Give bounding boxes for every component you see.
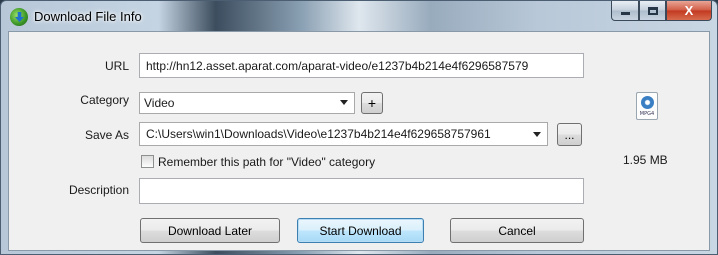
minimize-button[interactable]: [611, 1, 639, 21]
close-icon: X: [684, 3, 694, 18]
description-label: Description: [68, 183, 129, 197]
cancel-button[interactable]: Cancel: [450, 218, 584, 243]
download-later-label: Download Later: [167, 223, 253, 238]
media-disc-icon: [641, 96, 654, 109]
maximize-icon: [647, 6, 658, 15]
remember-path-label[interactable]: Remember this path for "Video" category: [158, 155, 375, 169]
close-button[interactable]: X: [666, 1, 712, 21]
window-title: Download File Info: [34, 9, 142, 24]
start-download-button[interactable]: Start Download: [297, 218, 424, 243]
category-selected-value: Video: [144, 96, 175, 110]
category-dropdown[interactable]: Video: [139, 92, 355, 114]
chevron-down-icon: [340, 100, 348, 105]
save-as-path-combo[interactable]: C:\Users\win1\Downloads\Video\e1237b4b21…: [139, 122, 548, 146]
browse-ellipsis: ...: [564, 127, 575, 142]
url-field[interactable]: http://hn12.asset.aparat.com/aparat-vide…: [139, 53, 584, 78]
download-later-button[interactable]: Download Later: [140, 218, 280, 243]
download-file-info-window: Download File Info X URL http://hn12.ass…: [0, 0, 718, 255]
url-value: http://hn12.asset.aparat.com/aparat-vide…: [146, 58, 529, 73]
add-category-button[interactable]: +: [361, 92, 383, 114]
browse-button[interactable]: ...: [557, 123, 582, 146]
file-size: 1.95 MB: [623, 153, 668, 167]
caption-buttons: X: [611, 1, 712, 21]
save-as-path-value: C:\Users\win1\Downloads\Video\e1237b4b21…: [146, 127, 491, 141]
cancel-label: Cancel: [498, 223, 536, 238]
category-label: Category: [80, 93, 129, 107]
save-as-label: Save As: [84, 128, 129, 142]
dialog-body: URL http://hn12.asset.aparat.com/aparat-…: [8, 31, 710, 251]
minimize-icon: [620, 12, 630, 15]
file-extension-text: MPG4: [639, 111, 655, 117]
mp4-file-icon: MPG4: [636, 92, 658, 120]
start-download-label: Start Download: [319, 223, 402, 238]
plus-icon: +: [367, 95, 377, 111]
url-label: URL: [104, 59, 129, 73]
remember-path-checkbox[interactable]: [141, 155, 154, 168]
title-bar[interactable]: Download File Info X: [1, 1, 717, 31]
app-globe-download-icon: [10, 8, 28, 26]
maximize-button[interactable]: [639, 1, 666, 21]
chevron-down-icon: [533, 132, 541, 137]
description-field[interactable]: [139, 178, 584, 204]
